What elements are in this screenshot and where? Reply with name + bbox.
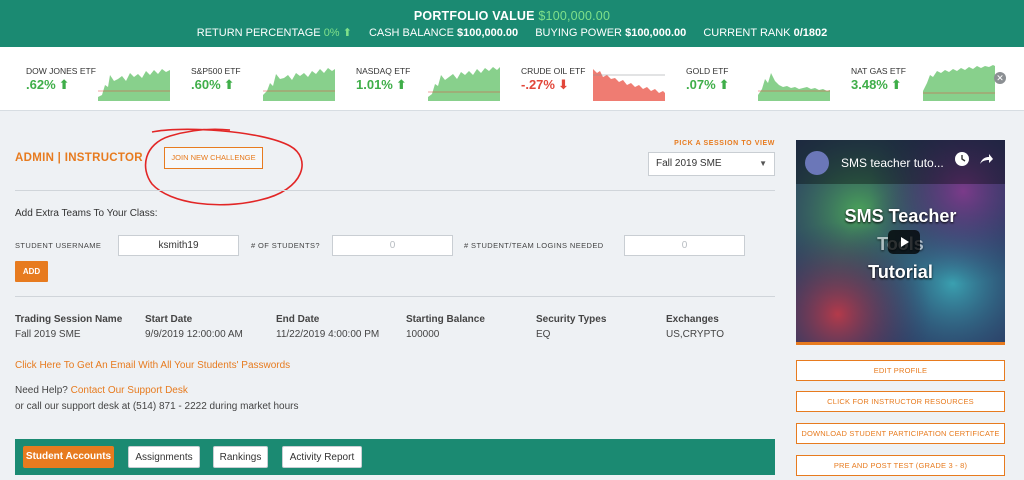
pre-post-test-button[interactable]: PRE AND POST TEST (GRADE 3 - 8) <box>796 455 1005 476</box>
arrow-up-icon: ⬆ <box>890 77 902 92</box>
share-icon[interactable] <box>978 151 994 167</box>
arrow-up-icon: ⬆ <box>339 27 352 39</box>
instructor-resources-button[interactable]: CLICK FOR INSTRUCTOR RESOURCES <box>796 391 1005 412</box>
arrow-up-icon: ⬆ <box>718 77 730 92</box>
play-icon[interactable] <box>888 230 920 254</box>
ticker-crude-oil[interactable]: CRUDE OIL ETF -.27% ⬇ <box>521 47 681 111</box>
main-content: ADMIN | INSTRUCTOR JOIN NEW CHALLENGE PI… <box>0 112 790 480</box>
tab-assignments[interactable]: Assignments <box>128 446 200 468</box>
arrow-up-icon: ⬆ <box>58 77 70 92</box>
close-ticker-icon[interactable]: ✕ <box>994 72 1006 84</box>
username-label: STUDENT USERNAME <box>15 241 102 250</box>
add-teams-title: Add Extra Teams To Your Class: <box>15 208 158 219</box>
ticker-nasdaq[interactable]: NASDAQ ETF 1.01% ⬆ <box>356 47 516 111</box>
return-percentage: RETURN PERCENTAGE 0% ⬆ <box>196 27 352 39</box>
session-name-header: Trading Session Name <box>15 314 123 325</box>
student-username-input[interactable]: ksmith19 <box>118 235 239 256</box>
current-rank: CURRENT RANK 0/1802 <box>703 27 828 39</box>
video-heading-line3: Tutorial <box>868 262 933 282</box>
clock-icon[interactable] <box>954 151 970 167</box>
video-title: SMS teacher tuto... <box>841 156 944 170</box>
tab-rankings[interactable]: Rankings <box>213 446 268 468</box>
email-passwords-link[interactable]: Click Here To Get An Email With All Your… <box>15 360 290 371</box>
add-button[interactable]: ADD <box>15 261 48 282</box>
crude-oil-sparkline-icon <box>593 69 665 101</box>
session-name-value: Fall 2019 SME <box>15 329 81 340</box>
join-new-challenge-button[interactable]: JOIN NEW CHALLENGE <box>164 147 263 169</box>
arrow-up-icon: ⬆ <box>395 77 407 92</box>
edit-profile-button[interactable]: EDIT PROFILE <box>796 360 1005 381</box>
help-text: Need Help? Contact Our Support Desk <box>15 385 188 396</box>
security-types-header: Security Types <box>536 314 607 325</box>
caret-down-icon: ▼ <box>759 159 767 168</box>
exchanges-header: Exchanges <box>666 314 719 325</box>
starting-balance-header: Starting Balance <box>406 314 485 325</box>
security-types-value: EQ <box>536 329 551 340</box>
channel-avatar <box>805 151 829 175</box>
ticker-dow-jones[interactable]: DOW JONES ETF .62% ⬆ <box>26 47 186 111</box>
portfolio-value: PORTFOLIO VALUE $100,000.00 <box>413 9 611 23</box>
support-desk-link[interactable]: Contact Our Support Desk <box>71 385 188 396</box>
nat-gas-sparkline-icon <box>923 65 995 101</box>
end-date-header: End Date <box>276 314 320 325</box>
portfolio-bar: PORTFOLIO VALUE $100,000.00 RETURN PERCE… <box>0 0 1024 47</box>
gold-sparkline-icon <box>758 73 830 101</box>
session-select[interactable]: Fall 2019 SME ▼ <box>648 152 775 176</box>
divider <box>15 296 775 297</box>
exchanges-value: US,CRYPTO <box>666 329 724 340</box>
tab-student-accounts[interactable]: Student Accounts <box>23 446 114 468</box>
nasdaq-sparkline-icon <box>428 67 500 101</box>
market-ticker: DOW JONES ETF .62% ⬆ S&P500 ETF .60% ⬆ NAS… <box>0 47 1024 111</box>
start-date-header: Start Date <box>145 314 193 325</box>
tutorial-video[interactable]: SMS teacher tuto... SMS Teacher Tools Tu… <box>796 140 1005 345</box>
ticker-nat-gas[interactable]: NAT GAS ETF 3.48% ⬆ <box>851 47 1011 111</box>
logins-needed-label: # STUDENT/TEAM LOGINS NEEDED <box>464 241 604 250</box>
students-count-input[interactable]: 0 <box>332 235 453 256</box>
divider <box>15 190 775 191</box>
end-date-value: 11/22/2019 4:00:00 PM <box>276 329 380 340</box>
logins-needed-input[interactable]: 0 <box>624 235 745 256</box>
portfolio-stats: RETURN PERCENTAGE 0% ⬆ CASH BALANCE $100… <box>0 26 1024 39</box>
arrow-down-icon: ⬇ <box>557 77 569 92</box>
page-title: ADMIN | INSTRUCTOR <box>15 152 143 164</box>
arrow-up-icon: ⬆ <box>223 77 235 92</box>
dow-sparkline-icon <box>98 69 170 101</box>
participation-certificate-button[interactable]: DOWNLOAD STUDENT PARTICIPATION CERTIFICA… <box>796 423 1005 444</box>
start-date-value: 9/9/2019 12:00:00 AM <box>145 329 243 340</box>
starting-balance-value: 100000 <box>406 329 440 340</box>
accounts-tab-bar: Student Accounts Assignments Rankings Ac… <box>15 439 775 475</box>
support-phone-text: or call our support desk at (514) 871 - … <box>15 401 299 412</box>
red-circle-annotation <box>144 128 303 206</box>
ticker-gold[interactable]: GOLD ETF .07% ⬆ <box>686 47 846 111</box>
students-count-label: # OF STUDENTS? <box>251 241 320 250</box>
cash-balance: CASH BALANCE $100,000.00 <box>368 27 519 39</box>
session-picker-label: PICK A SESSION TO VIEW <box>674 140 775 147</box>
buying-power: BUYING POWER $100,000.00 <box>535 27 687 39</box>
ticker-sp500[interactable]: S&P500 ETF .60% ⬆ <box>191 47 351 111</box>
sp500-sparkline-icon <box>263 68 335 101</box>
tab-activity-report[interactable]: Activity Report <box>282 446 362 468</box>
video-heading-line1: SMS Teacher <box>844 206 957 226</box>
